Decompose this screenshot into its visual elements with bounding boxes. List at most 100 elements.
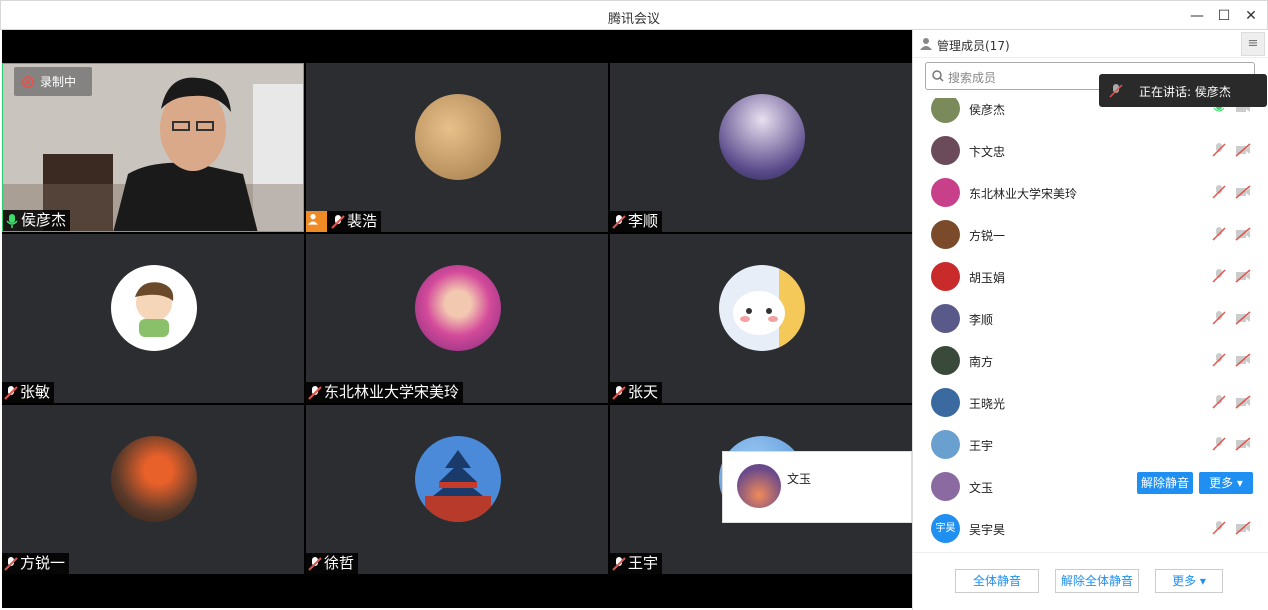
member-name: 李顺: [969, 313, 994, 327]
participant-avatar: [415, 436, 501, 522]
mic-muted-icon[interactable]: [1211, 268, 1227, 284]
recording-badge[interactable]: 录制中: [14, 67, 92, 96]
speaking-text: 正在讲话: 侯彦杰: [1139, 85, 1231, 99]
participant-avatar: [719, 265, 805, 351]
participant-avatar: [415, 94, 501, 180]
participant-name: 王宇: [628, 554, 659, 572]
unmute-button[interactable]: 解除静音: [1137, 472, 1193, 494]
member-avatar: [931, 262, 960, 291]
video-tile[interactable]: 张天: [610, 234, 912, 403]
camera-off-icon[interactable]: [1235, 394, 1251, 410]
camera-off-icon[interactable]: [1235, 226, 1251, 242]
participant-name: 李顺: [628, 212, 659, 230]
mic-muted-icon: [331, 214, 345, 229]
speaking-indicator: 正在讲话: 侯彦杰: [1099, 74, 1267, 107]
camera-off-icon[interactable]: [1235, 352, 1251, 368]
member-row-selected[interactable]: 文玉 解除静音 更多 ▾: [913, 466, 1268, 508]
member-panel: 管理成员(17) ≡ 搜索成员 侯彦杰 卞文忠 东北林业大学宋美玲 方锐一 胡玉…: [912, 30, 1268, 610]
tile-namebar: 王宇: [610, 553, 663, 574]
host-icon: [306, 211, 327, 232]
tile-namebar: 徐哲: [306, 553, 359, 574]
panel-header: 管理成员(17) ≡: [913, 30, 1268, 58]
camera-off-icon[interactable]: [1235, 142, 1251, 158]
member-row[interactable]: 王宇: [913, 424, 1268, 466]
mic-muted-icon[interactable]: [1211, 310, 1227, 326]
participant-name: 文玉: [787, 472, 812, 486]
tile-namebar: 李顺: [610, 211, 663, 232]
member-row[interactable]: 宇昊 吴宇昊: [913, 508, 1268, 550]
member-name: 王宇: [969, 439, 994, 453]
mic-muted-icon: [612, 556, 626, 571]
member-row[interactable]: 卞文忠: [913, 130, 1268, 172]
panel-footer: 全体静音 解除全体静音 更多 ▾: [913, 552, 1268, 608]
member-avatar: [931, 98, 960, 123]
unmute-all-button[interactable]: 解除全体静音: [1055, 569, 1139, 593]
member-name: 吴宇昊: [969, 523, 1006, 537]
participant-avatar: [719, 94, 805, 180]
panel-title: 管理成员(17): [937, 39, 1010, 53]
mic-muted-icon[interactable]: [1211, 394, 1227, 410]
window-title: 腾讯会议: [607, 12, 660, 27]
member-name: 南方: [969, 355, 994, 369]
participant-avatar: [737, 464, 781, 508]
mic-muted-icon: [612, 214, 626, 229]
mute-all-button[interactable]: 全体静音: [955, 569, 1039, 593]
member-avatar: [931, 346, 960, 375]
video-tile-speaker[interactable]: 录制中 侯彦杰: [2, 63, 304, 232]
member-row[interactable]: 胡玉娟: [913, 256, 1268, 298]
recording-label: 录制中: [40, 75, 77, 89]
more-button[interactable]: 更多 ▾: [1199, 472, 1253, 494]
member-list: 侯彦杰 卞文忠 东北林业大学宋美玲 方锐一 胡玉娟 李顺 南方 王晓光 王宇 文…: [913, 98, 1268, 550]
menu-icon[interactable]: ≡: [1241, 32, 1265, 56]
member-avatar: [931, 178, 960, 207]
video-tile[interactable]: 李顺: [610, 63, 912, 232]
member-name: 方锐一: [969, 229, 1006, 243]
member-avatar: [931, 472, 960, 501]
member-avatar: [931, 304, 960, 333]
video-tile[interactable]: 张敏: [2, 234, 304, 403]
mic-muted-icon[interactable]: [1211, 352, 1227, 368]
member-row[interactable]: 李顺: [913, 298, 1268, 340]
tile-namebar: 张天: [610, 382, 663, 403]
member-name: 王晓光: [969, 397, 1006, 411]
member-row[interactable]: 王晓光: [913, 382, 1268, 424]
mic-muted-icon[interactable]: [1211, 226, 1227, 242]
video-tile[interactable]: 东北林业大学宋美玲: [306, 234, 608, 403]
more-options-button[interactable]: 更多 ▾: [1155, 569, 1223, 593]
member-name: 胡玉娟: [969, 271, 1006, 285]
camera-off-icon[interactable]: [1235, 268, 1251, 284]
camera-off-icon[interactable]: [1235, 520, 1251, 536]
participant-name: 裴浩: [347, 212, 378, 230]
participant-name: 张天: [628, 383, 659, 401]
close-icon[interactable]: ✕: [1241, 6, 1261, 26]
participant-name: 徐哲: [324, 554, 355, 572]
video-tile[interactable]: 徐哲: [306, 405, 608, 574]
tile-namebar: 张敏: [2, 382, 55, 403]
mic-muted-icon[interactable]: [1211, 184, 1227, 200]
camera-off-icon[interactable]: [1235, 436, 1251, 452]
video-tile[interactable]: 裴浩: [306, 63, 608, 232]
tile-namebar: 裴浩: [306, 211, 382, 232]
video-tile[interactable]: 方锐一: [2, 405, 304, 574]
member-row[interactable]: 南方: [913, 340, 1268, 382]
camera-off-icon[interactable]: [1235, 184, 1251, 200]
member-row[interactable]: 东北林业大学宋美玲: [913, 172, 1268, 214]
maximize-icon[interactable]: ☐: [1214, 6, 1234, 26]
tile-namebar: 侯彦杰: [3, 210, 71, 231]
participant-avatar: [415, 265, 501, 351]
participant-name: 东北林业大学宋美玲: [324, 383, 460, 401]
camera-off-icon[interactable]: [1235, 310, 1251, 326]
minimize-icon[interactable]: —: [1187, 6, 1207, 26]
mic-on-icon: [6, 213, 18, 228]
member-name: 侯彦杰: [969, 103, 1006, 117]
member-avatar: [931, 388, 960, 417]
member-name: 文玉: [969, 481, 994, 495]
mic-muted-icon[interactable]: [1211, 520, 1227, 536]
search-placeholder: 搜索成员: [948, 71, 997, 85]
mic-muted-icon: [612, 385, 626, 400]
mic-muted-icon[interactable]: [1211, 142, 1227, 158]
member-row[interactable]: 方锐一: [913, 214, 1268, 256]
search-icon: [932, 70, 944, 82]
mic-muted-icon: [308, 385, 322, 400]
mic-muted-icon[interactable]: [1211, 436, 1227, 452]
